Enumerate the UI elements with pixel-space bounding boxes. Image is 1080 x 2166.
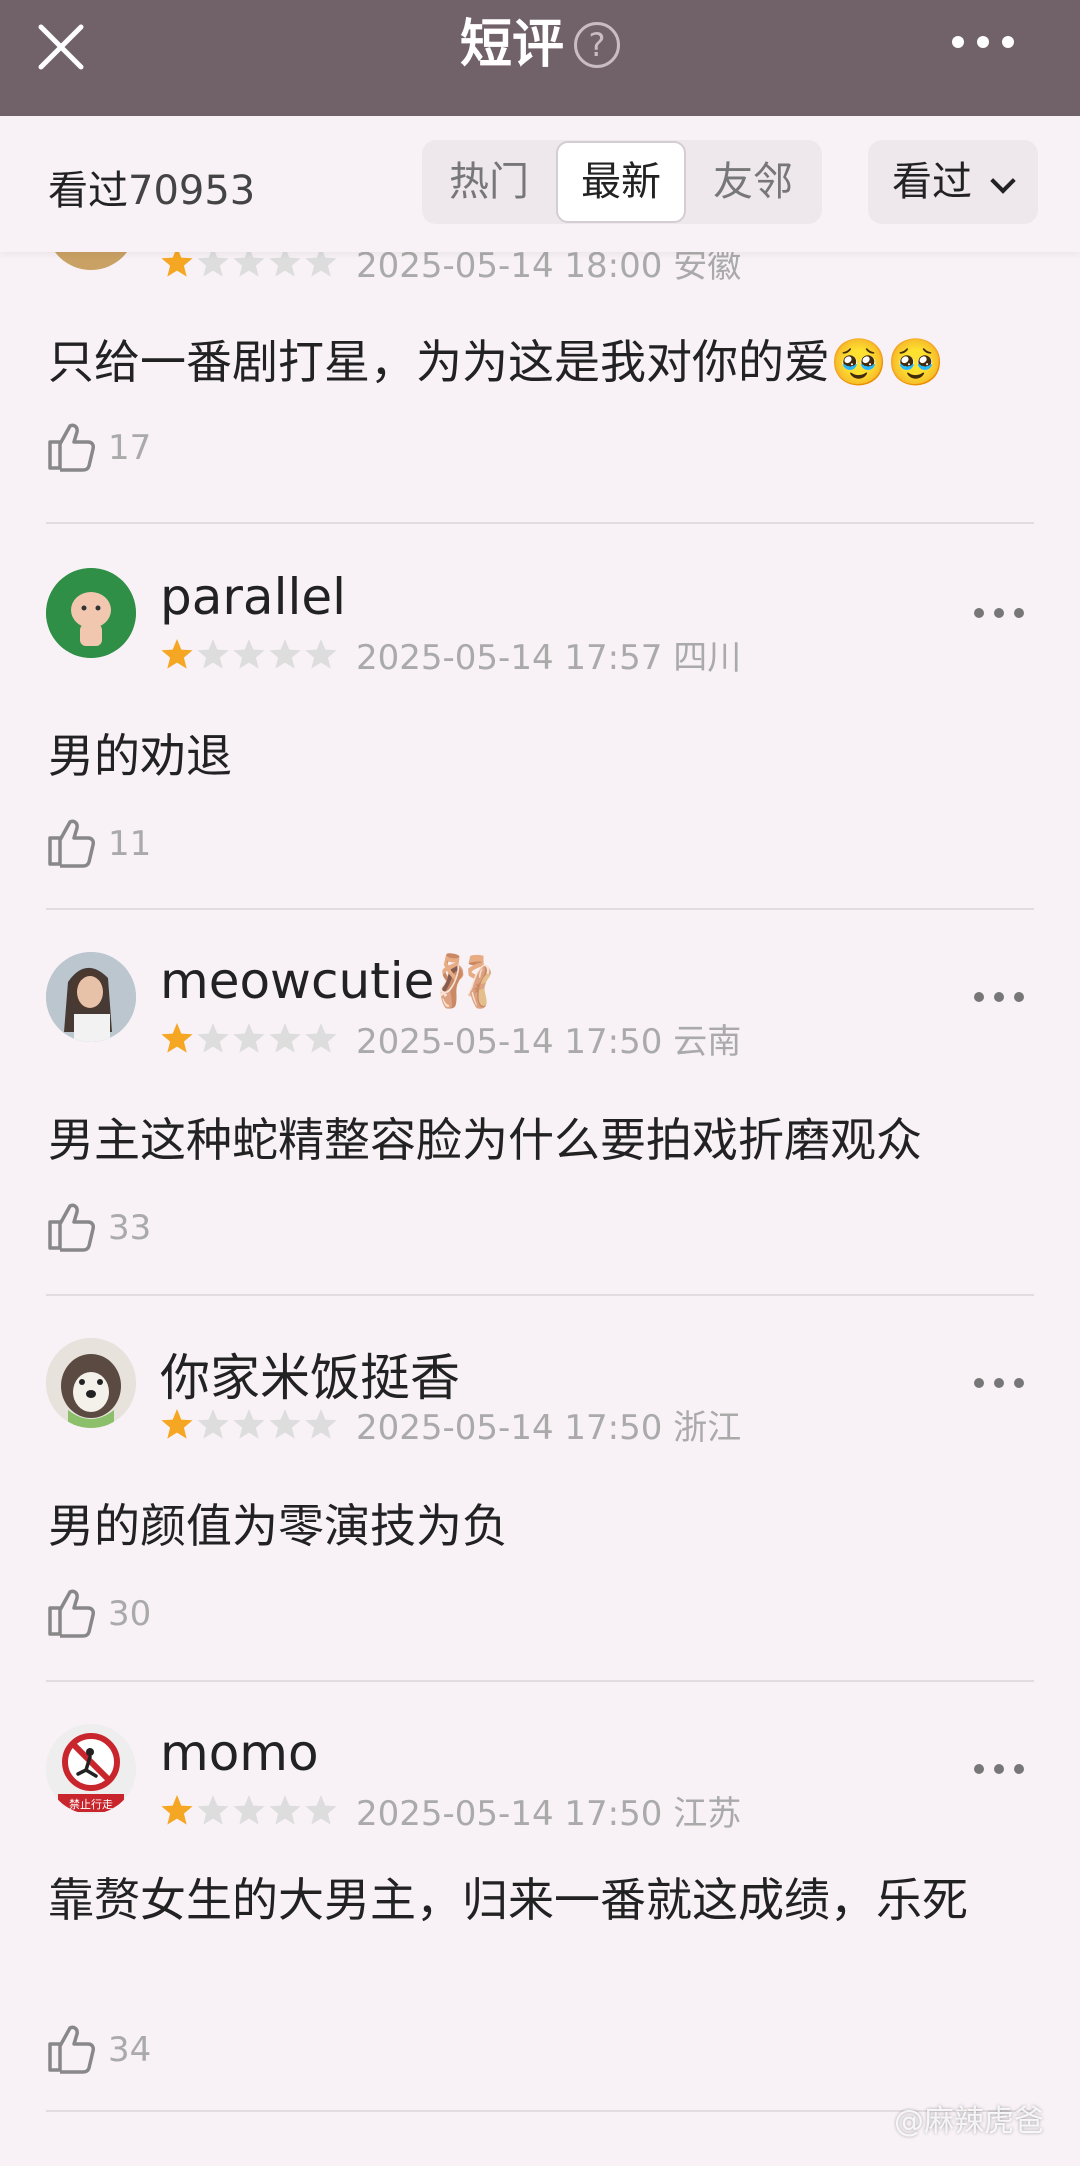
star-empty-icon [305,1795,337,1825]
watched-count-label: 看过 [48,168,128,214]
review-username[interactable]: parallel [160,568,346,626]
title-bar: 短评? [0,0,1080,116]
review-meta: 2025-05-14 17:50 江苏 [356,1786,741,1835]
chevron-down-icon [990,168,1016,194]
tab-friends[interactable]: 友邻 [688,140,818,224]
more-icon[interactable] [952,30,1014,54]
review-username[interactable]: meowcutie🩰 [160,952,497,1011]
thumbs-up-icon [48,1589,95,1638]
avatar[interactable] [46,568,136,658]
review-more-icon[interactable] [974,608,1024,622]
star-empty-icon [233,639,265,669]
review-more-icon[interactable] [974,1764,1024,1778]
thumbs-up-icon [48,819,95,868]
avatar[interactable]: 禁止行走 [46,1724,136,1814]
divider [46,1680,1034,1682]
rating-stars [160,1794,340,1828]
star-filled-icon [161,639,193,669]
help-icon[interactable]: ? [574,22,620,68]
star-empty-icon [197,639,229,669]
like-count: 33 [108,1208,152,1248]
tab-latest[interactable]: 最新 [556,141,686,223]
watched-count-value: 70953 [128,168,256,214]
star-filled-icon [161,1795,193,1825]
review-location: 安徽 [673,246,742,286]
divider [46,522,1034,524]
review-meta: 2025-05-14 17:50 云南 [356,1014,741,1063]
watched-filter-dropdown[interactable]: 看过 [868,140,1038,224]
star-filled-icon [161,1409,193,1439]
review-location: 云南 [673,1022,742,1062]
star-empty-icon [197,1795,229,1825]
review-text: 男的颜值为零演技为负 [48,1499,508,1553]
svg-text:禁止行走: 禁止行走 [69,1798,113,1811]
page-title: 短评? [0,14,1080,76]
review-meta: 2025-05-14 17:50 浙江 [356,1400,741,1449]
tab-hot[interactable]: 热门 [424,140,554,224]
thumbs-up-icon [48,2025,95,2074]
review-time: 2025-05-14 17:57 [356,638,663,678]
sort-segment: 热门 最新 友邻 [422,140,822,224]
like-count: 34 [108,2030,152,2070]
review-time: 2025-05-14 18:00 [356,246,663,286]
dropdown-label: 看过 [892,159,972,205]
avatar[interactable] [46,952,136,1042]
like-count: 11 [108,824,152,864]
star-empty-icon [269,1795,301,1825]
review-time: 2025-05-14 17:50 [356,1794,663,1834]
watermark: @麻辣虎爸 [894,2104,1044,2139]
star-empty-icon [269,1023,301,1053]
review-username[interactable]: momo [160,1724,319,1782]
review-text: 男的劝退 [48,729,232,783]
divider [46,2110,1034,2112]
review-time: 2025-05-14 17:50 [356,1408,663,1448]
watched-count: 看过70953 [48,158,255,216]
star-empty-icon [233,1795,265,1825]
review-text: 靠赘女生的大男主，归来一番就这成绩，乐死 [48,1873,968,1927]
rating-stars [160,1408,340,1442]
thumbs-up-icon [48,423,95,472]
review-text: 男主这种蛇精整容脸为什么要拍戏折磨观众 [48,1113,922,1167]
star-empty-icon [269,639,301,669]
divider [46,1294,1034,1296]
star-empty-icon [305,1409,337,1439]
review-text: 只给一番剧打星，为为这是我对你的爱🥹🥹 [48,335,945,389]
review-time: 2025-05-14 17:50 [356,1022,663,1062]
filter-bar: 看过70953 热门 最新 友邻 看过 [0,116,1080,252]
review-more-icon[interactable] [974,1378,1024,1392]
review-more-icon[interactable] [974,992,1024,1006]
divider [46,908,1034,910]
review-location: 浙江 [673,1408,742,1448]
star-empty-icon [197,1409,229,1439]
review-location: 四川 [673,638,742,678]
star-empty-icon [269,1409,301,1439]
thumbs-up-icon [48,1203,95,1252]
star-filled-icon [161,1023,193,1053]
review-meta: 2025-05-14 17:57 四川 [356,630,741,679]
like-count: 17 [108,428,152,468]
page-title-text: 短评 [459,15,564,75]
star-empty-icon [305,639,337,669]
star-empty-icon [233,1409,265,1439]
like-count: 30 [108,1594,152,1634]
avatar[interactable] [46,1338,136,1428]
star-empty-icon [305,1023,337,1053]
review-location: 江苏 [673,1794,742,1834]
star-empty-icon [233,1023,265,1053]
star-empty-icon [197,1023,229,1053]
rating-stars [160,638,340,672]
rating-stars [160,1022,340,1056]
